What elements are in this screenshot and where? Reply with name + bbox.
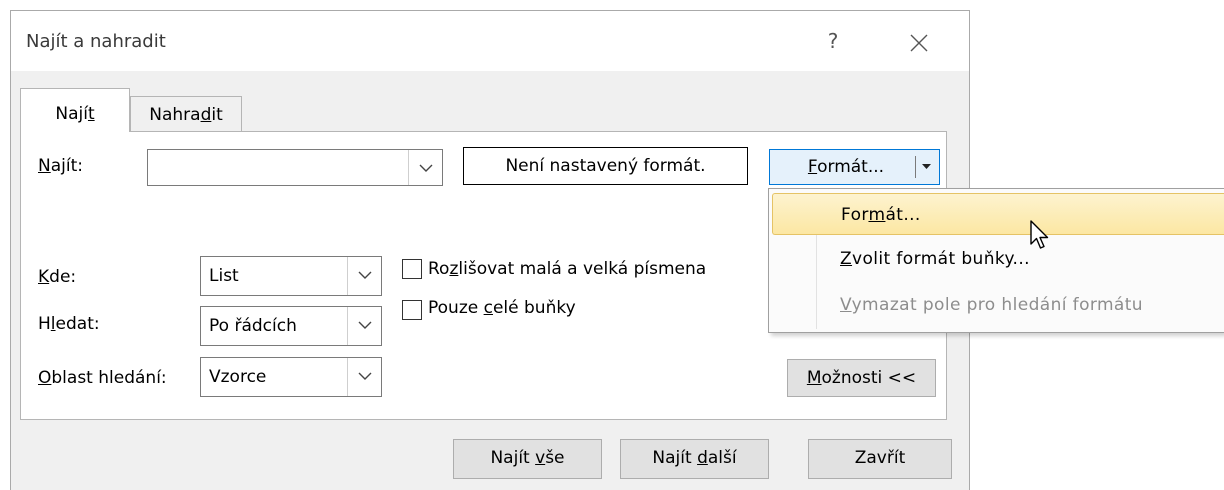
- split-separator: [915, 156, 916, 178]
- format-status-preview: Není nastavený formát.: [463, 147, 748, 185]
- format-split-button[interactable]: Formát...: [769, 149, 940, 185]
- chevron-down-icon: [358, 372, 372, 380]
- find-all-button[interactable]: Najít vše: [453, 439, 602, 479]
- options-toggle-button[interactable]: Možnosti <<: [787, 359, 936, 397]
- tab-replace[interactable]: Nahradit: [130, 96, 242, 132]
- close-button[interactable]: Zavřít: [808, 439, 952, 479]
- within-select[interactable]: List: [200, 256, 382, 296]
- find-label: Najít:: [38, 156, 83, 176]
- chevron-down-icon: [419, 164, 433, 172]
- find-what-combo[interactable]: [147, 149, 443, 186]
- tab-replace-label: Nahradit: [149, 105, 223, 125]
- format-button[interactable]: Formát...: [778, 150, 914, 184]
- menu-item-format[interactable]: Formát...: [772, 193, 1224, 235]
- mouse-cursor-icon: [1030, 220, 1049, 249]
- within-label: Kde:: [38, 267, 77, 287]
- format-dropdown-menu: Formát... Zvolit formát buňky... Vymazat…: [768, 188, 1224, 333]
- look-in-label: Oblast hledání:: [38, 368, 167, 388]
- chevron-down-icon: [358, 321, 372, 329]
- look-in-value: Vzorce: [209, 367, 267, 387]
- within-dropdown[interactable]: [347, 257, 381, 295]
- close-icon[interactable]: [905, 29, 933, 57]
- menu-item-clear-find-format: Vymazat pole pro hledání formátu: [840, 295, 1143, 315]
- search-label: Hledat:: [38, 314, 100, 334]
- find-next-button[interactable]: Najít další: [620, 439, 769, 479]
- dropdown-arrow-icon[interactable]: [921, 163, 932, 170]
- entire-cells-checkbox[interactable]: [402, 300, 422, 320]
- title-bar: Najít a nahradit ?: [11, 11, 969, 71]
- chevron-down-icon: [358, 271, 372, 279]
- search-value: Po řádcích: [209, 316, 297, 336]
- find-what-dropdown[interactable]: [408, 150, 442, 185]
- search-select[interactable]: Po řádcích: [200, 306, 382, 346]
- look-in-dropdown[interactable]: [347, 358, 381, 396]
- help-button[interactable]: ?: [821, 29, 845, 55]
- within-value: List: [209, 266, 239, 286]
- menu-item-choose-cell-format[interactable]: Zvolit formát buňky...: [772, 240, 1224, 280]
- look-in-select[interactable]: Vzorce: [200, 357, 382, 397]
- tab-find[interactable]: Najít: [20, 88, 130, 132]
- match-case-label[interactable]: Rozlišovat malá a velká písmena: [428, 259, 706, 279]
- dialog-title: Najít a nahradit: [26, 31, 166, 52]
- entire-cells-label[interactable]: Pouze celé buňky: [428, 298, 576, 318]
- match-case-checkbox[interactable]: [402, 259, 422, 279]
- tab-find-label: Najít: [55, 104, 95, 124]
- search-dropdown[interactable]: [347, 307, 381, 345]
